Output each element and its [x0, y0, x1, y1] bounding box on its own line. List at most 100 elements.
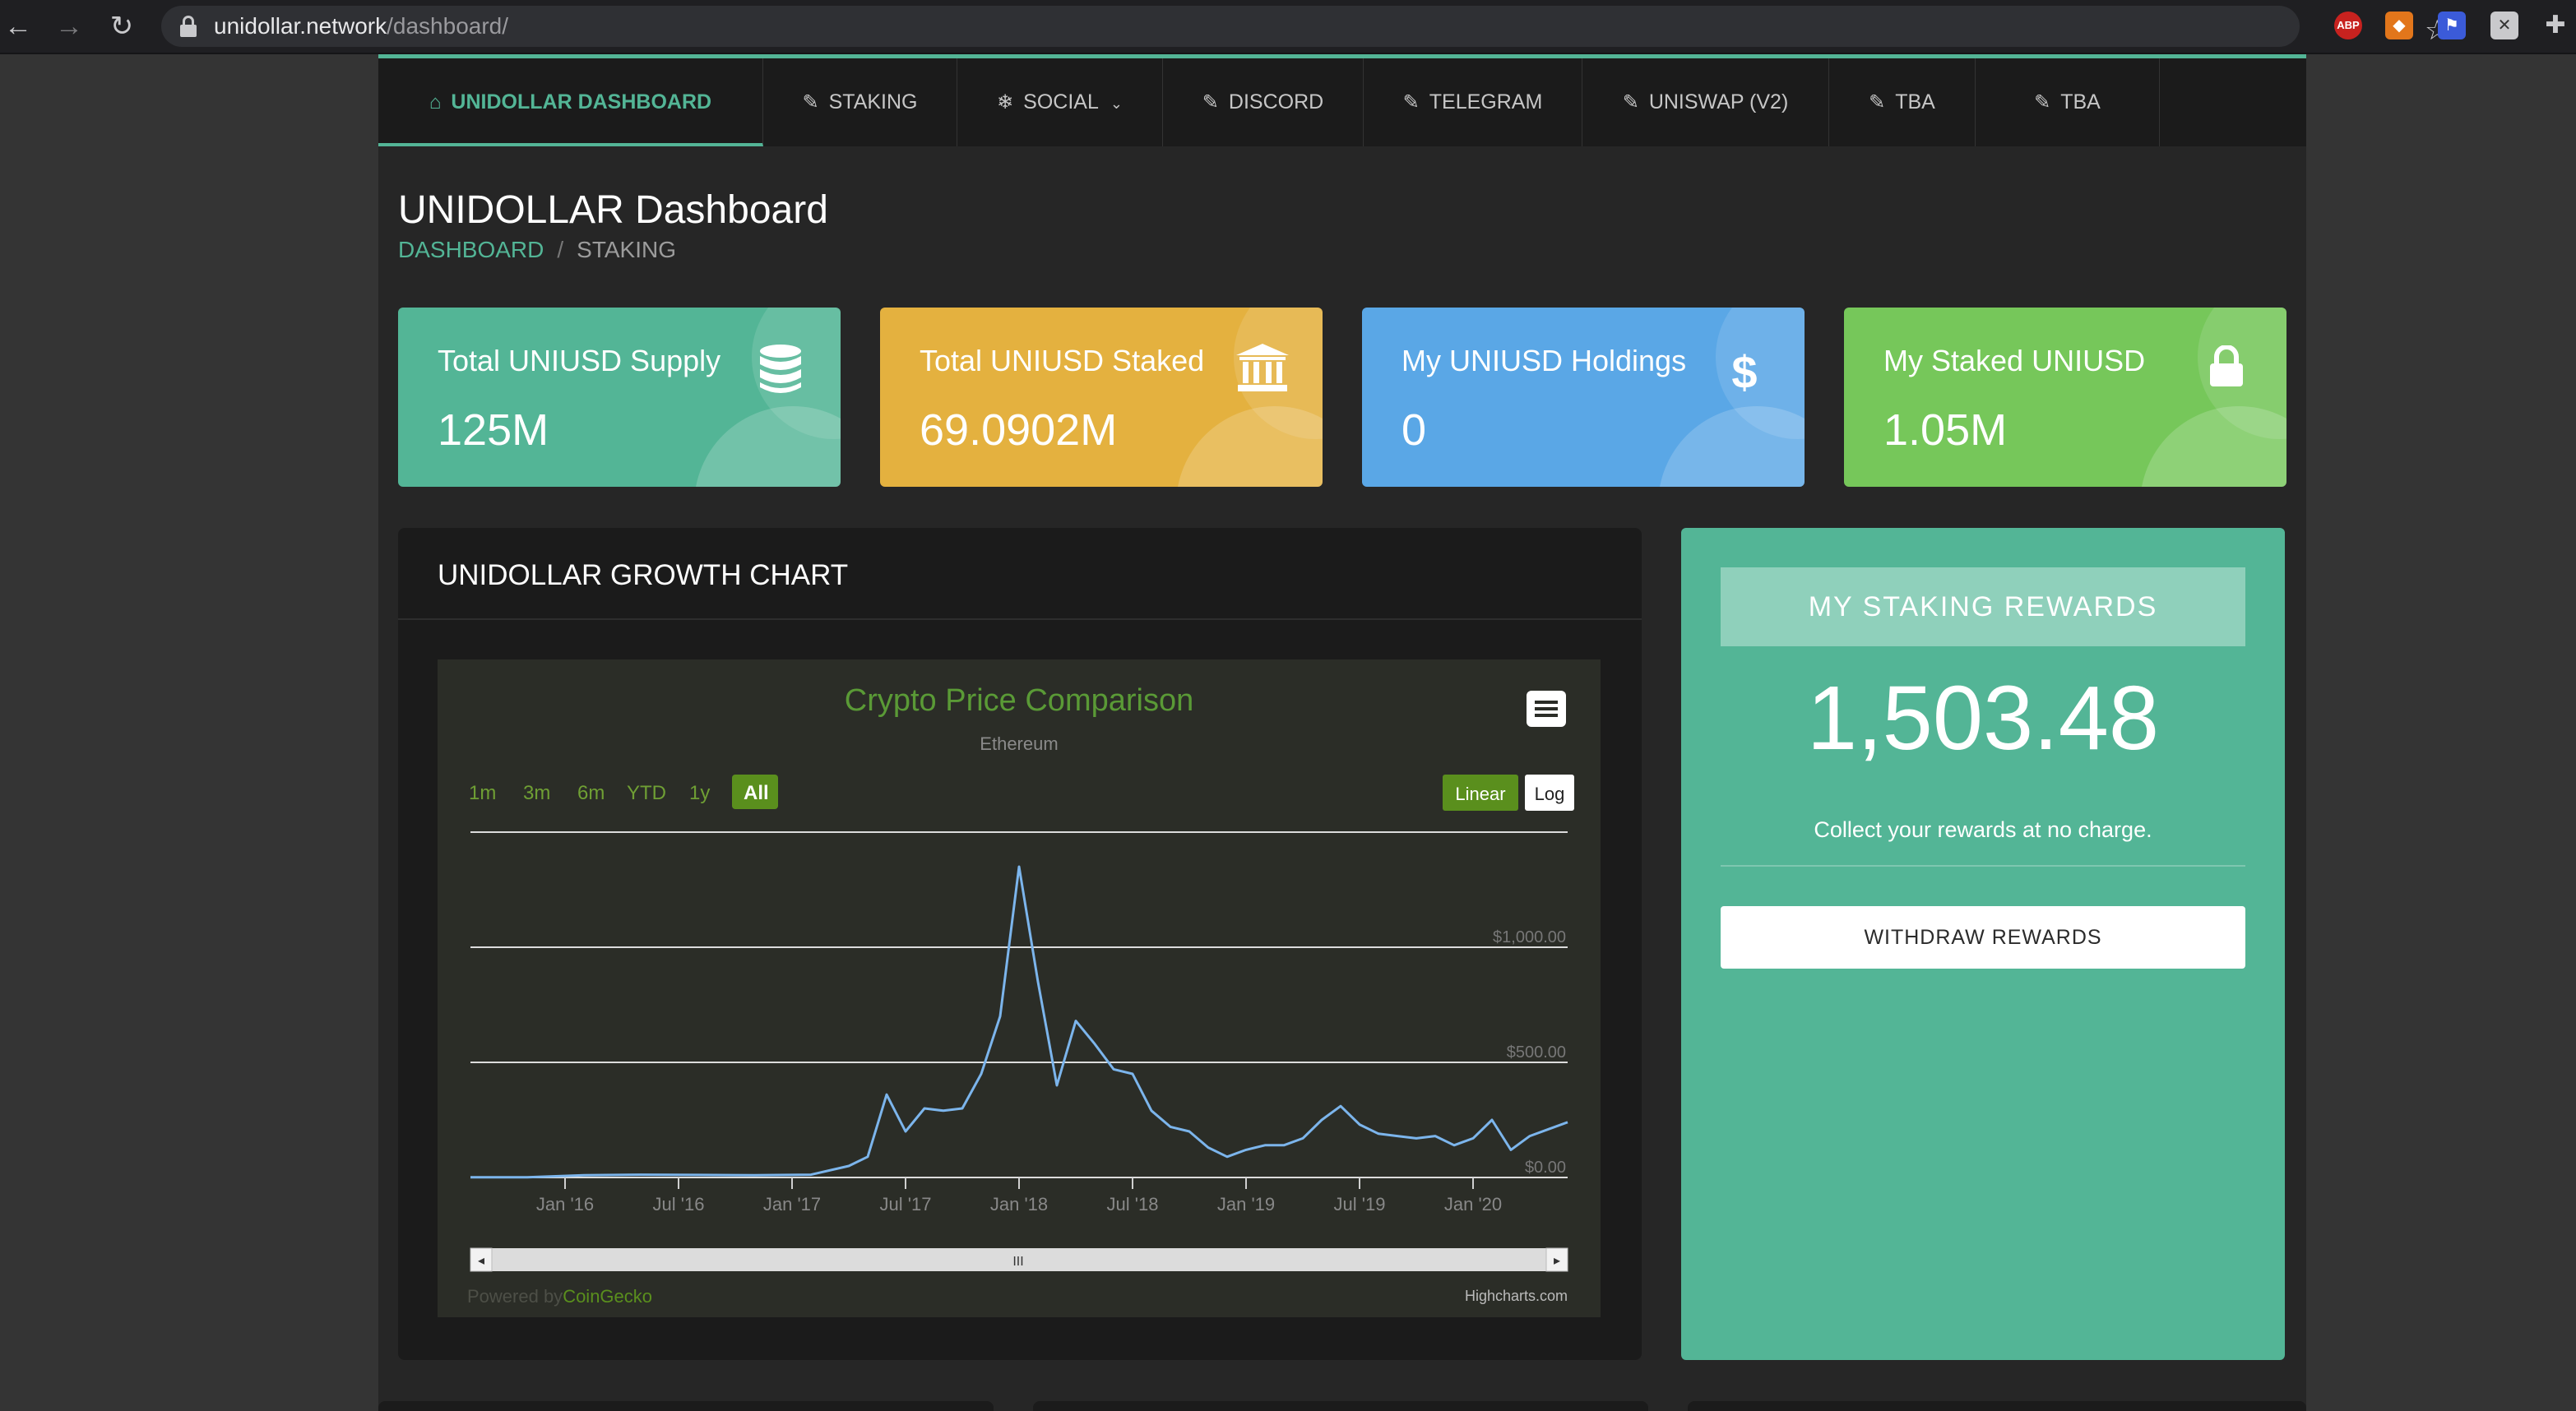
edit-icon: ✎ [1402, 91, 1420, 113]
rewards-title: MY STAKING REWARDS [1721, 567, 2245, 646]
x-tick-label: Jan '17 [763, 1194, 821, 1214]
growth-chart-panel: UNIDOLLAR GROWTH CHART Crypto Price Comp… [398, 528, 1642, 1360]
nav-item-label: STAKING [828, 90, 918, 113]
url-text[interactable]: unidollar.network/dashboard/ [214, 6, 508, 47]
x-tick-label: Jan '16 [536, 1194, 594, 1214]
stat-card: Total UNIUSD Supply 125M [398, 308, 841, 487]
tool-icon[interactable]: ✕ [2490, 12, 2518, 39]
range-button-3m[interactable]: 3m [523, 782, 550, 804]
decor-circle [2140, 406, 2286, 487]
flag-icon[interactable]: ⚑ [2438, 12, 2466, 39]
bottom-card [1688, 1401, 2306, 1411]
metamask-icon[interactable]: ◆ [2385, 12, 2413, 39]
chart-subtitle: Ethereum [980, 733, 1058, 754]
nav-item-discord[interactable]: ✎ DISCORD [1163, 58, 1364, 146]
rewards-amount: 1,503.48 [1806, 668, 2160, 769]
range-button-ytd[interactable]: YTD [627, 782, 666, 804]
abp-icon[interactable]: ABP [2334, 12, 2362, 39]
y-tick-label: $500.00 [1507, 1043, 1566, 1062]
decor-circle [1658, 406, 1805, 487]
range-button-6m[interactable]: 6m [577, 782, 605, 804]
range-button-1m[interactable]: 1m [469, 782, 496, 804]
forward-arrow-icon[interactable]: → [54, 12, 84, 41]
home-icon: ⌂ [429, 91, 442, 113]
stat-card: My UNIUSD Holdings 0 $ [1362, 308, 1805, 487]
nav-item-label: UNIDOLLAR DASHBOARD [451, 90, 712, 113]
edit-icon: ✎ [2034, 91, 2051, 113]
nav-item-uniswap-v2[interactable]: ✎ UNISWAP (V2) [1582, 58, 1829, 146]
decor-circle [694, 406, 841, 487]
x-tick-label: Jul '19 [1334, 1194, 1386, 1214]
nav-item-social[interactable]: ❄ SOCIAL ⌄ [957, 58, 1163, 146]
bottom-card [378, 1401, 994, 1411]
nav-item-label: DISCORD [1228, 90, 1324, 113]
nav-item-label: TELEGRAM [1429, 90, 1543, 113]
highcharts-container: Crypto Price Comparison Ethereum 1m 3m 6m YTD… [438, 659, 1601, 1317]
breadcrumb: DASHBOARD / STAKING [398, 237, 676, 262]
stat-label: My Staked UNIUSD [1883, 344, 2146, 377]
y-tick-label: $1,000.00 [1493, 928, 1566, 946]
scale-button-log[interactable]: Log [1535, 784, 1565, 804]
nav-item-label: SOCIAL [1023, 90, 1099, 113]
chevron-right-icon: ▸ [1554, 1254, 1560, 1268]
scale-button-linear[interactable]: Linear [1455, 784, 1505, 804]
puzzle-icon[interactable]: ✚ [2541, 12, 2569, 39]
dollar-icon: $ [1731, 346, 1758, 398]
rewards-note: Collect your rewards at no charge. [1814, 817, 2152, 842]
x-tick-label: Jul '16 [653, 1194, 705, 1214]
address-bar[interactable]: unidollar.network/dashboard/ ☆ [161, 6, 2449, 47]
x-tick-label: Jan '19 [1217, 1194, 1275, 1214]
price-chart: Crypto Price Comparison Ethereum 1m 3m 6m YTD… [467, 683, 1574, 1307]
divider [398, 618, 1642, 620]
back-arrow-icon[interactable]: ← [3, 12, 33, 41]
edit-icon: ✎ [802, 91, 819, 113]
stat-value: 125M [438, 405, 549, 455]
nav-item-staking[interactable]: ✎ STAKING [763, 58, 957, 146]
lock-icon [179, 16, 197, 37]
credit-prefix: Powered by [467, 1286, 563, 1307]
bottom-card [1033, 1401, 1648, 1411]
menu-bar [1535, 707, 1558, 710]
edit-icon: ✎ [1202, 91, 1219, 113]
x-tick-label: Jan '18 [990, 1194, 1048, 1214]
nav-item-label: UNISWAP (V2) [1648, 90, 1789, 113]
navigator-handle[interactable]: III [1012, 1255, 1023, 1269]
withdraw-rewards-button[interactable]: WITHDRAW REWARDS [1721, 906, 2245, 969]
edit-icon: ✎ [1869, 91, 1886, 113]
bank-icon [1234, 344, 1291, 401]
lock-icon [2198, 344, 2255, 401]
eth-price-line [470, 865, 1568, 1179]
reload-icon[interactable]: ↻ [107, 12, 137, 41]
dashboard-page: ⌂ UNIDOLLAR DASHBOARD ✎ STAKING ❄ SOCIAL ⌄ ✎ DIS… [378, 54, 2306, 1411]
coingecko-link[interactable]: CoinGecko [563, 1286, 652, 1307]
staking-rewards-panel: MY STAKING REWARDS 1,503.48 Collect your… [1681, 528, 2285, 1360]
nav-item-label: TBA [1895, 90, 1935, 113]
stat-card: My Staked UNIUSD 1.05M [1844, 308, 2286, 487]
stat-label: My UNIUSD Holdings [1402, 344, 1687, 377]
chevron-left-icon: ◂ [478, 1254, 484, 1268]
range-button-all[interactable]: All [744, 782, 769, 804]
stat-card: Total UNIUSD Staked 69.0902M [880, 308, 1323, 487]
growth-chart-title: UNIDOLLAR GROWTH CHART [438, 559, 849, 591]
stat-label: Total UNIUSD Staked [920, 344, 1205, 377]
stat-value: 0 [1402, 405, 1427, 455]
edit-icon: ✎ [1622, 91, 1639, 113]
stat-label: Total UNIUSD Supply [438, 344, 721, 377]
y-tick-label: $0.00 [1525, 1159, 1566, 1177]
nav-item-tba-6[interactable]: ✎ TBA [1829, 58, 1976, 146]
highcharts-credit-link[interactable]: Highcharts.com [1465, 1288, 1568, 1304]
breadcrumb-staking: STAKING [577, 237, 676, 262]
database-icon [752, 344, 809, 401]
nav-item-unidollar-dashboard[interactable]: ⌂ UNIDOLLAR DASHBOARD [378, 58, 763, 146]
range-button-1y[interactable]: 1y [689, 782, 710, 804]
chevron-down-icon: ⌄ [1110, 95, 1123, 112]
browser-toolbar: ← → ↻ unidollar.network/dashboard/ ☆ ABP… [0, 0, 2576, 54]
snowflake-icon: ❄ [997, 91, 1014, 113]
nav-item-label: TBA [2060, 90, 2101, 113]
top-nav: ⌂ UNIDOLLAR DASHBOARD ✎ STAKING ❄ SOCIAL ⌄ ✎ DIS… [378, 54, 2306, 146]
breadcrumb-dashboard[interactable]: DASHBOARD [398, 237, 544, 262]
divider [1721, 865, 2245, 867]
page-title: UNIDOLLAR Dashboard [398, 188, 828, 232]
nav-item-telegram[interactable]: ✎ TELEGRAM [1364, 58, 1582, 146]
nav-item-tba-7[interactable]: ✎ TBA [1976, 58, 2160, 146]
